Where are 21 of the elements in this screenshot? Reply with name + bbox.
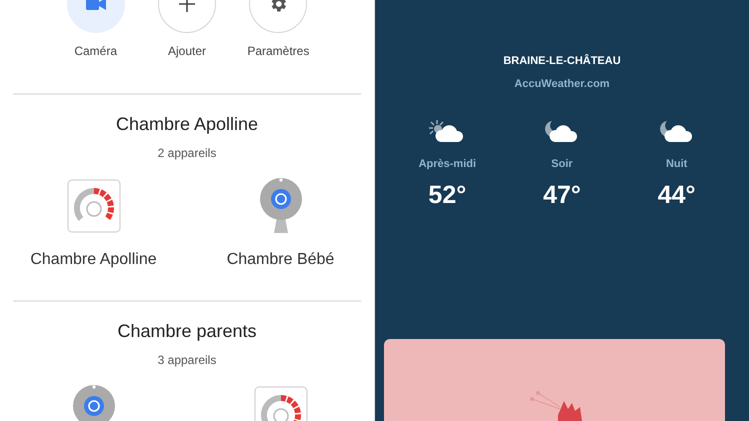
- location-name: BRAINE-LE-CHÂTEAU: [503, 53, 621, 69]
- device-label[interactable]: Chambre Bébé: [226, 248, 334, 272]
- device-label[interactable]: Chambre Apolline: [30, 248, 157, 272]
- device-count: 2 appareils: [156, 145, 218, 162]
- period-label: Après-midi: [418, 157, 476, 172]
- source-link[interactable]: AccuWeather.com: [514, 76, 610, 92]
- temperature: 44°: [658, 180, 696, 210]
- period-label: Soir: [551, 157, 573, 172]
- action-label: Paramètres: [247, 43, 310, 60]
- video-camera-icon: [86, 0, 106, 11]
- room-title: Chambre Apolline: [114, 113, 260, 136]
- action-label: Caméra: [74, 43, 117, 60]
- plus-icon: [178, 0, 195, 12]
- thermostat-icon: [66, 179, 120, 233]
- action-label: Ajouter: [168, 43, 206, 60]
- device-count: 3 appareils: [156, 352, 218, 369]
- room-title: Chambre parents: [116, 320, 258, 343]
- period-label: Nuit: [666, 157, 688, 172]
- temperature: 52°: [428, 180, 466, 210]
- temperature: 47°: [543, 180, 581, 210]
- indoor-camera-icon: [258, 177, 304, 235]
